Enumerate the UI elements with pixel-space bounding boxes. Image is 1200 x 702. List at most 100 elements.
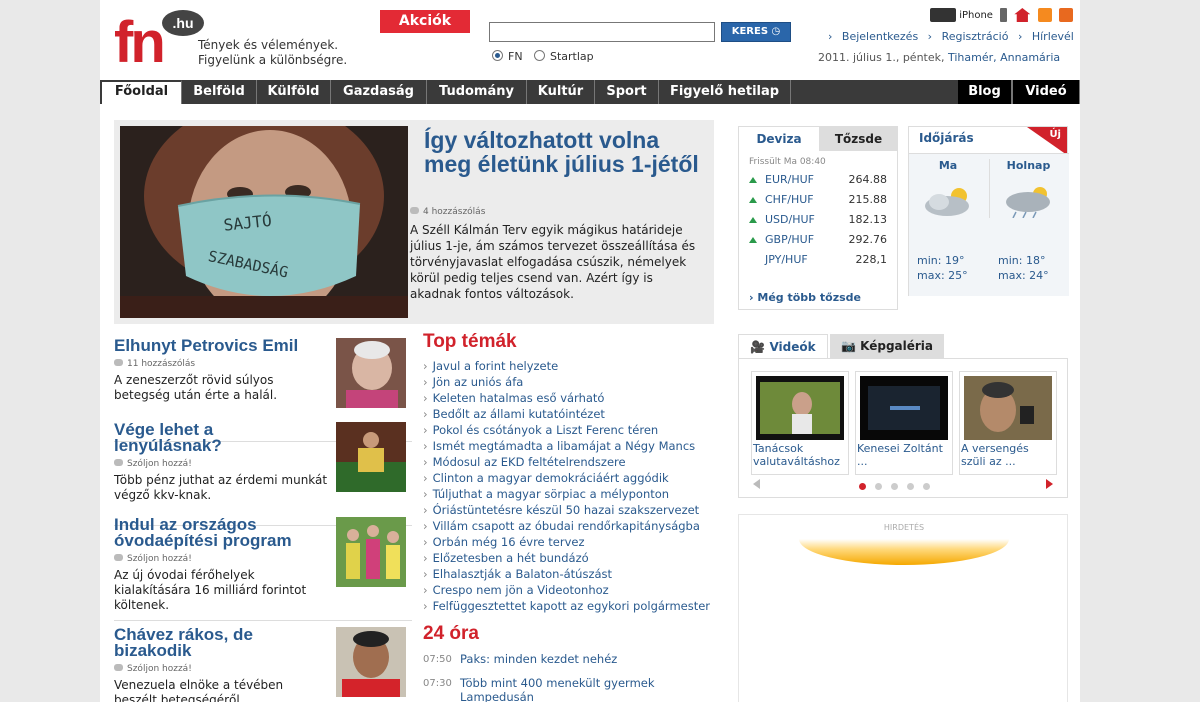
share-icon[interactable]: [1058, 8, 1073, 22]
carousel-dot[interactable]: [923, 483, 930, 490]
tab-videos[interactable]: 🎥 Videók: [738, 334, 828, 358]
search-input[interactable]: [489, 22, 715, 42]
radio-selected-icon: [492, 50, 503, 61]
tab-tozsde[interactable]: Tőzsde: [819, 127, 898, 151]
fx-row[interactable]: EUR/HUF 264.88: [749, 173, 887, 193]
top-topics-title: Top témák: [423, 331, 517, 352]
tab-deviza[interactable]: Deviza: [739, 127, 819, 151]
article-title[interactable]: Chávez rákos, de bizakodik: [114, 626, 324, 659]
article-thumbnail[interactable]: [336, 627, 406, 697]
video-item[interactable]: Kenesei Zoltánt ...: [855, 371, 953, 475]
carousel-dot[interactable]: [907, 483, 914, 490]
news-link[interactable]: Paks: minden kezdet nehéz: [460, 652, 720, 666]
news-item: 07:30 Több mint 400 menekült gyermek Lam…: [423, 676, 723, 702]
carousel-prev-icon[interactable]: [753, 479, 760, 489]
login-link-label: Bejelentkezés: [841, 30, 919, 43]
topic-link[interactable]: Clinton a magyar demokráciáért aggódik: [423, 471, 723, 487]
article-comments[interactable]: 11 hozzászólás: [114, 359, 195, 369]
topic-link[interactable]: Túljuthat a magyar sörpiac a mélyponton: [423, 487, 723, 503]
fx-row[interactable]: JPY/HUF 228,1: [749, 253, 887, 273]
nav-item-kultur[interactable]: Kultúr: [527, 80, 595, 104]
topic-link[interactable]: Crespo nem jön a Videotonhoz: [423, 583, 723, 599]
nav-item-blog[interactable]: Blog: [958, 80, 1012, 104]
news-link[interactable]: Több mint 400 menekült gyermek Lampedusá…: [460, 676, 660, 702]
nav-item-video[interactable]: Videó: [1012, 80, 1080, 104]
topic-link[interactable]: Módosul az EKD feltételrendszere: [423, 455, 723, 471]
topic-link[interactable]: Bedőlt az állami kutatóintézet: [423, 407, 723, 423]
topic-link[interactable]: Keleten hatalmas eső várható: [423, 391, 723, 407]
login-link[interactable]: › Bejelentkezés: [828, 30, 918, 43]
weather-title[interactable]: Időjárás: [919, 131, 974, 145]
article-thumbnail[interactable]: [336, 422, 406, 492]
topic-link[interactable]: Villám csapott az óbudai rendőrkapitánys…: [423, 519, 723, 535]
weather-day-label: Ma: [938, 159, 958, 172]
feature-title[interactable]: Így változhatott volna meg életünk júliu…: [424, 128, 704, 176]
article-thumbnail[interactable]: [336, 338, 406, 408]
feature-comments[interactable]: 4 hozzászólás: [410, 207, 485, 217]
topic-link[interactable]: Jön az uniós áfa: [423, 375, 723, 391]
feature-image[interactable]: SAJTÓ SZABADSÁG: [120, 126, 408, 318]
carousel-dot[interactable]: [859, 483, 866, 490]
fx-pair: GBP/HUF: [765, 233, 815, 246]
weather-max: max: 25°: [917, 269, 968, 282]
rss-icon[interactable]: [1037, 8, 1052, 22]
article-comments[interactable]: Szóljon hozzá!: [114, 459, 192, 469]
namedays-link[interactable]: Tihamér, Annamária: [948, 51, 1060, 64]
phone-icon[interactable]: [1000, 8, 1008, 22]
ad-swoosh[interactable]: [799, 539, 1009, 565]
article-comments-label: 11 hozzászólás: [127, 359, 196, 369]
nav-item-fooldal[interactable]: Főoldal: [100, 80, 182, 104]
article-comments[interactable]: Szóljon hozzá!: [114, 554, 192, 564]
promo-button[interactable]: Akciók: [380, 10, 470, 33]
nav-item-belfold[interactable]: Belföld: [182, 80, 257, 104]
site-logo[interactable]: fn .hu: [114, 10, 204, 72]
nav-item-tudomany[interactable]: Tudomány: [427, 80, 527, 104]
carousel-next-icon[interactable]: [1046, 479, 1053, 489]
search-button[interactable]: KERES ◷: [721, 22, 791, 42]
topic-link[interactable]: Orbán még 16 évre tervez: [423, 535, 723, 551]
topic-link[interactable]: Elhalasztják a Balaton-átúszást: [423, 567, 723, 583]
video-item[interactable]: A versengés szüli az ...: [959, 371, 1057, 475]
radio-fn[interactable]: FN: [492, 50, 523, 63]
nav-item-sport[interactable]: Sport: [595, 80, 659, 104]
fx-updated: Frissült Ma 08:40: [749, 157, 826, 167]
radio-startlap[interactable]: Startlap: [534, 50, 594, 63]
home-icon[interactable]: [1014, 8, 1031, 22]
topic-link[interactable]: Előzetesben a hét bundázó: [423, 551, 723, 567]
nav-item-gazdasag[interactable]: Gazdaság: [331, 80, 427, 104]
weather-day[interactable]: Holnap min: 18° max: 24°: [989, 159, 1067, 282]
search-button-label: KERES: [731, 26, 769, 37]
newsletter-link[interactable]: › Hírlevél: [1018, 30, 1074, 43]
fx-row[interactable]: USD/HUF 182.13: [749, 213, 887, 233]
fx-row[interactable]: GBP/HUF 292.76: [749, 233, 887, 253]
article-title[interactable]: Elhunyt Petrovics Emil: [114, 337, 324, 354]
fx-row[interactable]: CHF/HUF 215.88: [749, 193, 887, 213]
weather-day[interactable]: Ma min: 19° max: 25°: [909, 159, 987, 282]
article-title[interactable]: Indul az országos óvodaépítési program: [114, 516, 324, 549]
nav-item-kulfold[interactable]: Külföld: [257, 80, 331, 104]
video-item[interactable]: Tanácsok valutaváltáshoz: [751, 371, 849, 475]
register-link[interactable]: › Regisztráció: [928, 30, 1009, 43]
article-thumbnail[interactable]: [336, 517, 406, 587]
topic-link[interactable]: Óriástüntetésre készül 50 hazai szakszer…: [423, 503, 723, 519]
topic-link[interactable]: Pokol és csótányok a Liszt Ferenc téren: [423, 423, 723, 439]
fx-value: 292.76: [848, 233, 888, 246]
video-thumbnail: [756, 376, 844, 440]
weather-max: max: 24°: [998, 269, 1049, 282]
fx-pair: JPY/HUF: [765, 253, 808, 266]
topic-link[interactable]: Felfüggesztettet kapott az egykori polgá…: [423, 599, 723, 615]
iphone-label[interactable]: iPhone: [959, 10, 993, 21]
nav-item-figyelo[interactable]: Figyelő hetilap: [659, 80, 791, 104]
tab-gallery[interactable]: 📷 Képgaléria: [830, 334, 944, 358]
article-comments[interactable]: Szóljon hozzá!: [114, 664, 192, 674]
article-title[interactable]: Vége lehet a lenyúlásnak?: [114, 421, 324, 454]
media-widget: 🎥 Videók 📷 Képgaléria Tanácsok valutavál…: [738, 334, 1068, 498]
video-thumbnail: [964, 376, 1052, 440]
radio-unselected-icon: [534, 50, 545, 61]
topic-link[interactable]: Ismét megtámadta a libamájat a Négy Manc…: [423, 439, 723, 455]
more-stock-link[interactable]: › Még több tőzsde: [749, 291, 861, 304]
topic-link[interactable]: Javul a forint helyzete: [423, 359, 723, 375]
carousel-dot[interactable]: [891, 483, 898, 490]
carousel-dot[interactable]: [875, 483, 882, 490]
iphone-app-icon[interactable]: [930, 8, 956, 22]
